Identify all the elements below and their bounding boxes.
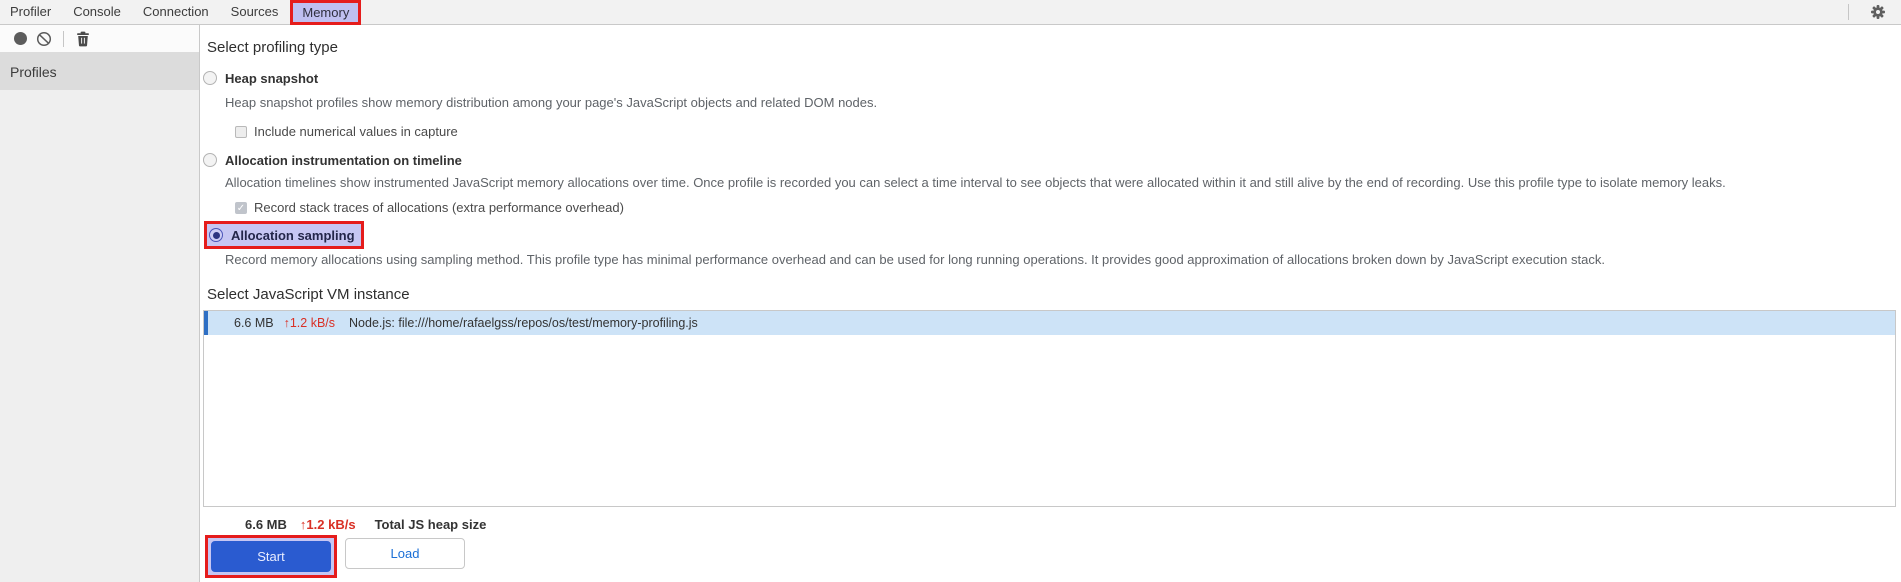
devtools-window: Profiler Console Connection Sources Memo… bbox=[0, 0, 1901, 582]
memory-launcher-panel: Select profiling type Heap snapshot Heap… bbox=[200, 25, 1901, 582]
clear-button[interactable] bbox=[32, 27, 56, 51]
total-allocation-rate-value: ↑1.2 kB/s bbox=[299, 516, 356, 532]
load-button[interactable]: Load bbox=[345, 538, 465, 569]
memory-tab-annotation-box: Memory bbox=[290, 0, 362, 25]
record-button[interactable] bbox=[8, 27, 32, 51]
radio-unchecked-icon bbox=[203, 71, 217, 85]
vm-instance-heading: Select JavaScript VM instance bbox=[207, 286, 410, 303]
heap-snapshot-description: Heap snapshot profiles show memory distr… bbox=[225, 95, 878, 110]
start-button[interactable]: Start bbox=[211, 541, 331, 572]
delete-profile-button[interactable] bbox=[71, 27, 95, 51]
launcher-buttons-row: Start Load bbox=[200, 535, 1901, 578]
allocation-timeline-label: Allocation instrumentation on timeline bbox=[225, 152, 462, 168]
total-heap-size-value: 6.6 MB bbox=[245, 516, 287, 532]
trash-icon bbox=[77, 31, 89, 46]
allocation-timeline-description: Allocation timelines show instrumented J… bbox=[225, 175, 1726, 190]
allocation-sampling-option[interactable]: Allocation sampling bbox=[209, 226, 355, 244]
include-numerical-values-label: Include numerical values in capture bbox=[254, 124, 458, 139]
tabbar-right-section bbox=[1848, 0, 1901, 24]
sidebar-item-profiles[interactable]: Profiles bbox=[0, 53, 199, 90]
checkbox-unchecked-icon bbox=[235, 125, 247, 138]
profiles-sidebar: Profiles bbox=[0, 25, 200, 582]
record-icon bbox=[13, 32, 27, 45]
profiles-label: Profiles bbox=[10, 63, 57, 80]
start-button-annotation-box: Start bbox=[205, 535, 337, 578]
heap-totals-row: 6.6 MB ↑1.2 kB/s Total JS heap size bbox=[245, 516, 1901, 532]
total-heap-size-label: Total JS heap size bbox=[374, 516, 487, 532]
radio-selected-icon bbox=[209, 228, 223, 242]
allocation-sampling-label: Allocation sampling bbox=[231, 227, 355, 243]
block-icon bbox=[36, 31, 52, 46]
gear-icon[interactable] bbox=[1863, 4, 1893, 20]
allocation-timeline-option[interactable]: Allocation instrumentation on timeline bbox=[203, 151, 1901, 169]
vm-instance-name: Node.js: file:///home/rafaelgss/repos/os… bbox=[349, 316, 698, 330]
heap-snapshot-option[interactable]: Heap snapshot bbox=[203, 69, 1901, 87]
record-stack-traces-label: Record stack traces of allocations (extr… bbox=[254, 200, 624, 215]
heap-snapshot-label: Heap snapshot bbox=[225, 70, 319, 86]
vm-heap-size: 6.6 MB bbox=[234, 316, 274, 330]
vm-instance-list: 6.6 MB ↑1.2 kB/s Node.js: file:///home/r… bbox=[203, 310, 1896, 507]
profiling-type-heading: Select profiling type bbox=[207, 39, 338, 56]
checkbox-checked-icon: ✓ bbox=[235, 201, 247, 214]
radio-unchecked-icon bbox=[203, 153, 217, 167]
vm-allocation-rate: ↑1.2 kB/s bbox=[283, 316, 336, 330]
tab-connection[interactable]: Connection bbox=[132, 0, 220, 24]
include-numerical-values-option[interactable]: Include numerical values in capture bbox=[235, 124, 1901, 139]
tab-profiler[interactable]: Profiler bbox=[0, 0, 62, 24]
toolbar-divider bbox=[63, 30, 64, 47]
profiles-toolbar bbox=[0, 25, 199, 53]
tab-memory[interactable]: Memory bbox=[293, 4, 358, 21]
allocation-sampling-description: Record memory allocations using sampling… bbox=[225, 252, 1605, 267]
toolbar-divider bbox=[1848, 4, 1849, 20]
vm-instance-row[interactable]: 6.6 MB ↑1.2 kB/s Node.js: file:///home/r… bbox=[204, 311, 1895, 335]
allocation-sampling-annotation-box: Allocation sampling bbox=[204, 221, 364, 249]
record-stack-traces-option[interactable]: ✓ Record stack traces of allocations (ex… bbox=[235, 200, 1901, 215]
tab-console[interactable]: Console bbox=[62, 0, 132, 24]
tab-bar: Profiler Console Connection Sources Memo… bbox=[0, 0, 1901, 25]
tab-sources[interactable]: Sources bbox=[220, 0, 290, 24]
